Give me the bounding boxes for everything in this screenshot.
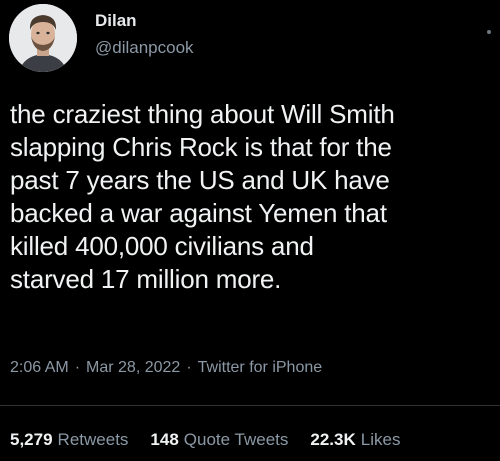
- tweet-text: the craziest thing about Will Smith slap…: [10, 99, 395, 294]
- engagement-stats: 5,279 Retweets 148 Quote Tweets 22.3K Likes: [10, 430, 400, 450]
- more-options-icon[interactable]: [487, 30, 491, 34]
- author-display-name[interactable]: Dilan: [95, 10, 194, 32]
- quote-tweets-count: 148: [150, 430, 179, 449]
- likes-label: Likes: [360, 430, 401, 449]
- tweet-header: Dilan @dilanpcook: [9, 4, 491, 76]
- profile-photo-icon: [9, 4, 77, 72]
- tweet-time[interactable]: 2:06 AM: [10, 359, 69, 376]
- retweets-label: Retweets: [57, 430, 129, 449]
- quote-tweets-stat[interactable]: 148 Quote Tweets: [150, 430, 288, 450]
- tweet-source[interactable]: Twitter for iPhone: [198, 359, 323, 376]
- quote-tweets-label: Quote Tweets: [183, 430, 289, 449]
- tweet-meta: 2:06 AM · Mar 28, 2022 · Twitter for iPhone: [10, 359, 322, 377]
- author-names: Dilan @dilanpcook: [95, 10, 194, 59]
- retweets-count: 5,279: [10, 430, 53, 449]
- tweet-date[interactable]: Mar 28, 2022: [86, 359, 180, 376]
- meta-separator: ·: [74, 359, 81, 376]
- avatar[interactable]: [9, 4, 77, 72]
- retweets-stat[interactable]: 5,279 Retweets: [10, 430, 128, 450]
- divider: [0, 405, 500, 406]
- meta-separator: ·: [186, 359, 192, 376]
- likes-stat[interactable]: 22.3K Likes: [310, 430, 400, 450]
- author-handle[interactable]: @dilanpcook: [95, 37, 194, 59]
- likes-count: 22.3K: [310, 430, 356, 449]
